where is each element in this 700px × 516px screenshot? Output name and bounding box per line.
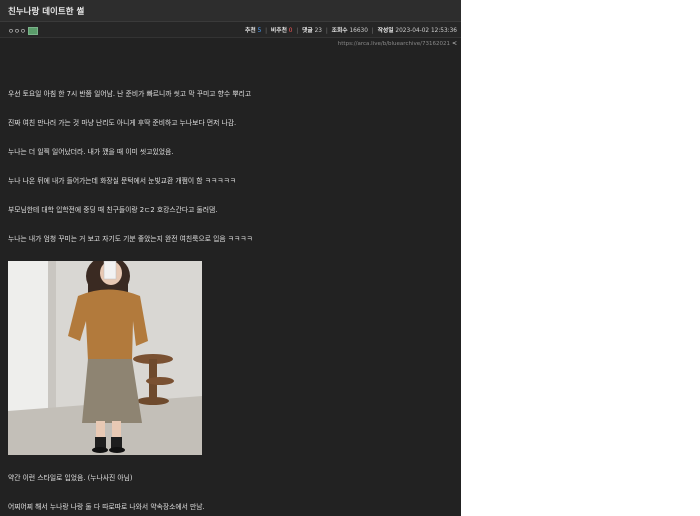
- date-label: 작성일: [377, 28, 394, 34]
- downvote-count: 0: [288, 28, 293, 34]
- post-panel: 친누나랑 데이트한 썰 ㅇㅇㅇ 추천 5 | 비추천 0 | 댓글 23 | 조…: [0, 0, 461, 516]
- post-paragraph: 우선 토요일 아침 한 7시 반쯤 일어남. 난 준비가 빠르니까 씻고 막 꾸…: [8, 90, 252, 98]
- title-bar: 친누나랑 데이트한 썰: [0, 0, 461, 22]
- post-url[interactable]: https://arca.live/b/bluearchive/73162021: [338, 41, 450, 47]
- post-paragraph: 누나는 내가 엄청 꾸미는 거 보고 자기도 기분 좋았는지 완전 여친룩으로 …: [8, 235, 253, 243]
- post-photo[interactable]: [8, 261, 202, 455]
- post-paragraph: 누나는 더 일찍 일어났더라. 내가 깼을 때 이미 씻고있었음.: [8, 148, 174, 156]
- downvote-label: 비추천: [270, 28, 287, 34]
- share-icon[interactable]: <: [452, 40, 457, 47]
- divider: |: [265, 28, 268, 34]
- post-url-row: https://arca.live/b/bluearchive/73162021…: [338, 40, 457, 47]
- post-paragraph: 누나 나온 뒤에 내가 들어가는데 화장실 문턱에서 눈빛교환 개쩜이 함 ㅋㅋ…: [8, 177, 236, 185]
- post-stats: 추천 5 | 비추천 0 | 댓글 23 | 조회수 16630 | 작성일 2…: [245, 25, 457, 34]
- post-info-bar: ㅇㅇㅇ 추천 5 | 비추천 0 | 댓글 23 | 조회수 16630 | 작…: [0, 22, 461, 38]
- divider: |: [371, 28, 374, 34]
- author-name[interactable]: ㅇㅇㅇ: [8, 27, 26, 35]
- divider: |: [296, 28, 299, 34]
- post-title: 친누나랑 데이트한 썰: [8, 7, 85, 17]
- upvote-label: 추천: [245, 28, 256, 34]
- author[interactable]: ㅇㅇㅇ: [8, 25, 38, 35]
- post-paragraph: 약간 이런 스타일로 입었음. (누나사진 아님): [8, 474, 133, 482]
- views-label: 조회수: [331, 28, 348, 34]
- post-paragraph: 부모님한테 대학 입학전에 중딩 때 친구들이랑 2ㄷ2 호캉스간다고 둘러댐.: [8, 206, 218, 214]
- post-date: 2023-04-02 12:53:36: [395, 28, 457, 34]
- divider: |: [325, 28, 328, 34]
- comments-count: 23: [314, 28, 322, 34]
- author-badge-icon: [27, 27, 38, 35]
- views-count: 16630: [349, 28, 368, 34]
- photo-illustration: [8, 261, 202, 455]
- upvote-count: 5: [257, 28, 262, 34]
- post-paragraph: 어찌어찌 해서 누나랑 나랑 둘 다 따로따로 나와서 약속장소에서 만남.: [8, 503, 205, 511]
- post-paragraph: 진짜 여친 만나러 가는 것 마냥 난리도 아니게 후딱 준비하고 누나보다 먼…: [8, 119, 237, 127]
- comments-label: 댓글: [302, 28, 313, 34]
